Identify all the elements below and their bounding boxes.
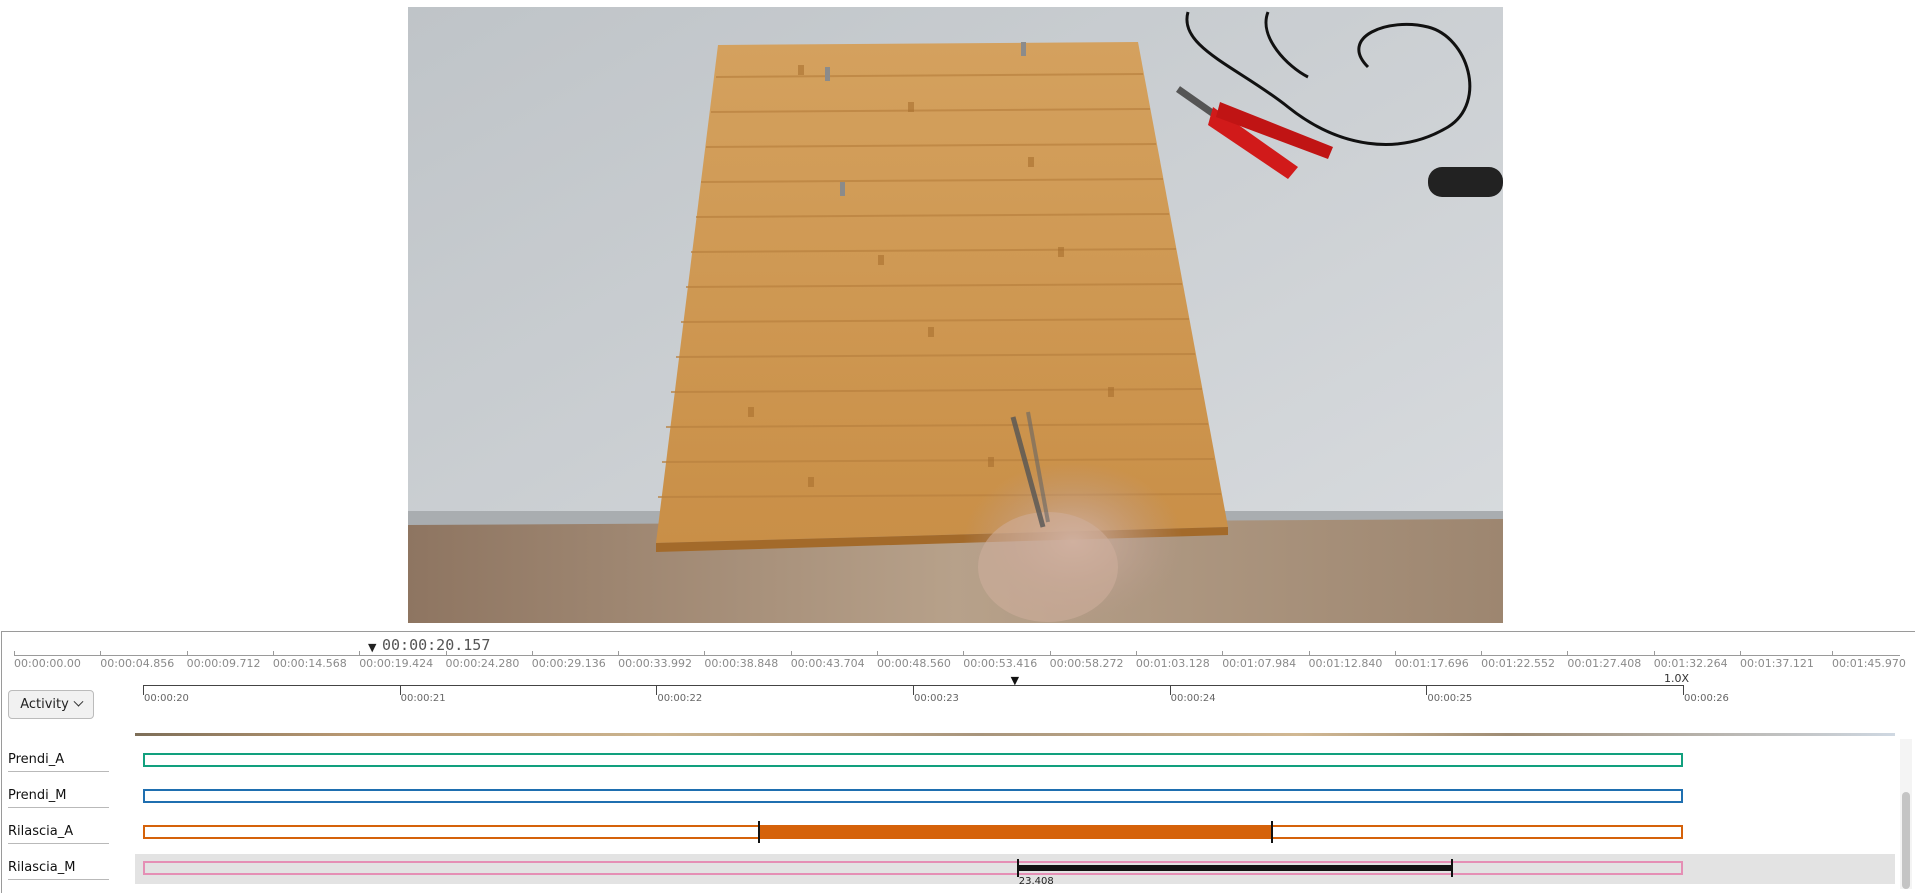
overview-tick-label: 00:01:32.264	[1653, 657, 1728, 670]
overview-tick	[1481, 651, 1483, 656]
zoom-tick-label: 00:00:26	[1684, 693, 1729, 704]
track-label-prendi-m[interactable]: Prendi_M	[8, 788, 67, 803]
overview-tick-label: 00:01:12.840	[1308, 657, 1383, 670]
track-label-rilascia-a[interactable]: Rilascia_A	[8, 824, 73, 839]
zoom-tick-label: 00:00:24	[1170, 693, 1216, 704]
overview-tick-label: 00:00:58.272	[1049, 657, 1124, 670]
overview-tick-label: 00:01:07.984	[1222, 657, 1297, 670]
range-start-handle[interactable]	[1016, 859, 1019, 877]
overview-tick-label: 00:00:48.560	[877, 657, 951, 670]
overview-tick	[877, 651, 878, 656]
activity-dropdown-button[interactable]: Activity	[8, 690, 94, 719]
track-label-divider	[8, 879, 109, 880]
overview-tick-label: 00:01:27.408	[1567, 657, 1642, 670]
segment-start-handle[interactable]	[758, 821, 760, 843]
current-time-readout: 00:00:20.157	[382, 636, 491, 654]
frame-thumbnail-strip	[135, 733, 1895, 736]
playhead-marker-icon[interactable]: ▼	[1011, 674, 1019, 687]
overview-tick-label: 00:01:22.552	[1481, 657, 1555, 670]
overview-tick	[14, 651, 15, 656]
track-label-divider	[8, 843, 109, 844]
overview-tick-label: 00:00:24.280	[445, 657, 520, 670]
overview-tick	[1222, 651, 1224, 656]
track-label-prendi-a[interactable]: Prendi_A	[8, 752, 64, 767]
overview-tick	[1049, 651, 1051, 656]
overview-tick	[1394, 651, 1396, 656]
overview-tick	[1135, 651, 1137, 656]
overview-tick	[1740, 651, 1741, 656]
overview-tick	[531, 651, 533, 656]
overview-tick-label: 00:00:29.136	[531, 657, 606, 670]
overview-tick-label: 00:00:09.712	[186, 657, 261, 670]
overview-tick	[704, 651, 706, 656]
video-scene-image	[408, 7, 1503, 623]
overview-tick-label: 00:00:53.416	[963, 657, 1038, 670]
overview-tick-label: 00:01:03.128	[1135, 657, 1210, 670]
video-frame[interactable]	[408, 7, 1503, 623]
zoom-tick-label: 00:00:23	[914, 693, 959, 704]
range-end-handle[interactable]	[1451, 859, 1453, 877]
rilascia-a-segment[interactable]	[759, 825, 1273, 839]
track-label-rilascia-m[interactable]: Rilascia_M	[8, 860, 75, 875]
rilascia-m-range[interactable]	[1017, 865, 1452, 871]
playback-speed[interactable]: 1.0X	[1664, 672, 1689, 685]
overview-tick-label: 00:00:43.704	[790, 657, 865, 670]
overview-tick-label: 00:01:37.121	[1740, 657, 1814, 670]
overview-tick	[1308, 651, 1310, 656]
range-start-value: 23.408	[1018, 876, 1054, 887]
scrollbar-thumb[interactable]	[1902, 792, 1910, 889]
activity-button-label: Activity	[20, 697, 69, 712]
current-time-marker-icon: ▼	[368, 641, 377, 654]
track-label-divider	[8, 807, 109, 808]
zoom-tick-label: 00:00:25	[1427, 693, 1473, 704]
overview-tick-label: 00:00:19.424	[359, 657, 434, 670]
overview-timeline-ruler[interactable]	[14, 655, 1900, 656]
overview-tick	[618, 651, 620, 656]
timeline-panel: ▼ 00:00:20.157 00:00:00.00 00:00:04.856 00…	[1, 631, 1915, 893]
zoom-tick-label: 00:00:20	[144, 693, 189, 704]
chevron-down-icon	[73, 696, 84, 707]
overview-tick	[359, 651, 361, 656]
overview-tick-label: 00:00:14.568	[272, 657, 347, 670]
overview-tick	[963, 651, 965, 656]
overview-tick	[186, 651, 188, 656]
track-bar-prendi-m[interactable]	[143, 789, 1683, 803]
overview-tick	[1832, 651, 1833, 656]
track-label-divider	[8, 771, 109, 772]
overview-tick	[1567, 651, 1569, 656]
overview-tick-label: 00:00:33.992	[618, 657, 692, 670]
overview-tick-label: 00:00:04.856	[100, 657, 175, 670]
overview-tick-label: 00:01:17.696	[1394, 657, 1469, 670]
overview-tick	[445, 651, 447, 656]
overview-tick	[100, 651, 102, 656]
zoom-tick-label: 00:00:22	[657, 693, 703, 704]
track-bar-prendi-a[interactable]	[143, 753, 1683, 767]
overview-tick	[790, 651, 792, 656]
overview-tick-label: 00:01:45.970	[1832, 657, 1906, 670]
overview-tick	[272, 651, 274, 656]
segment-end-handle[interactable]	[1271, 821, 1274, 843]
zoom-tick-label: 00:00:21	[400, 693, 446, 704]
overview-tick	[1653, 651, 1655, 656]
overview-tick-label: 00:00:38.848	[704, 657, 779, 670]
overview-tick-label: 00:00:00.00	[14, 657, 81, 670]
